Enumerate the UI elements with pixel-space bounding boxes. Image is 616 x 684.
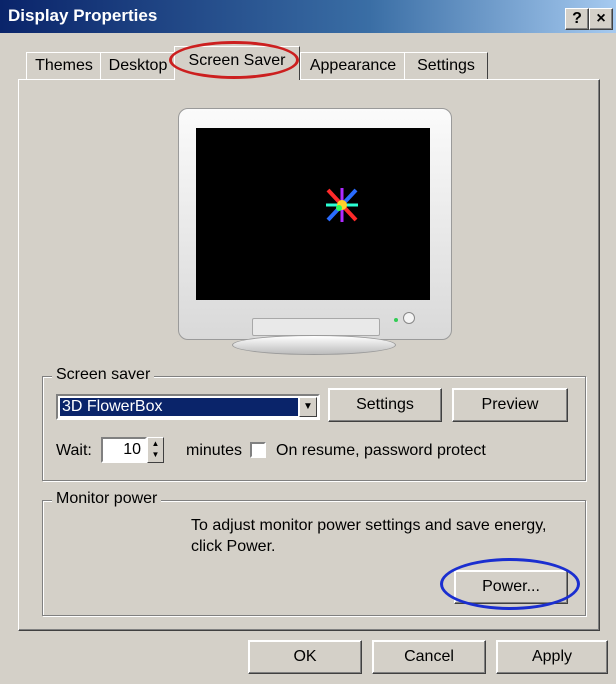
password-protect-label[interactable]: On resume, password protect: [276, 442, 486, 460]
help-button[interactable]: ?: [565, 8, 589, 30]
window-title: Display Properties: [8, 6, 158, 25]
tab-desktop[interactable]: Desktop: [100, 52, 176, 80]
wait-label: Wait:: [56, 442, 92, 459]
apply-button[interactable]: Apply: [496, 640, 608, 674]
monitor-bezel-panel: [252, 318, 380, 336]
title-bar: Display Properties ? ×: [0, 0, 616, 33]
monitor-power-description-line2: click Power.: [191, 538, 276, 555]
power-button-highlight: [440, 558, 580, 610]
power-knob-icon: [403, 312, 415, 324]
ok-button[interactable]: OK: [248, 640, 362, 674]
screen-saver-preview-button[interactable]: Preview: [452, 388, 568, 422]
wait-minutes-input[interactable]: 10: [101, 437, 147, 463]
preview-screen: [196, 128, 430, 300]
spin-down-icon[interactable]: ▼: [148, 449, 163, 460]
cancel-button[interactable]: Cancel: [372, 640, 486, 674]
spin-up-icon[interactable]: ▲: [148, 438, 163, 449]
password-protect-checkbox[interactable]: [250, 442, 266, 458]
power-led-icon: [394, 318, 398, 322]
screen-saver-settings-button[interactable]: Settings: [328, 388, 442, 422]
wait-spinner[interactable]: ▲ ▼: [147, 437, 164, 463]
screen-saver-select[interactable]: 3D FlowerBox ▼: [56, 394, 320, 420]
screen-saver-selected-value: 3D FlowerBox: [60, 398, 298, 416]
screen-saver-group-label: Screen saver: [52, 366, 155, 384]
chevron-down-icon[interactable]: ▼: [299, 397, 317, 417]
monitor-power-group-label: Monitor power: [52, 490, 162, 508]
close-button[interactable]: ×: [589, 8, 613, 30]
tab-appearance[interactable]: Appearance: [300, 52, 406, 80]
minutes-label: minutes: [186, 442, 243, 459]
tab-settings[interactable]: Settings: [404, 52, 488, 80]
monitor-stand: [232, 335, 396, 355]
flowerbox-preview-icon: [326, 188, 358, 222]
screen-saver-tab-highlight: [169, 41, 299, 79]
monitor-power-description-line1: To adjust monitor power settings and sav…: [191, 517, 547, 534]
tab-themes[interactable]: Themes: [26, 52, 102, 80]
